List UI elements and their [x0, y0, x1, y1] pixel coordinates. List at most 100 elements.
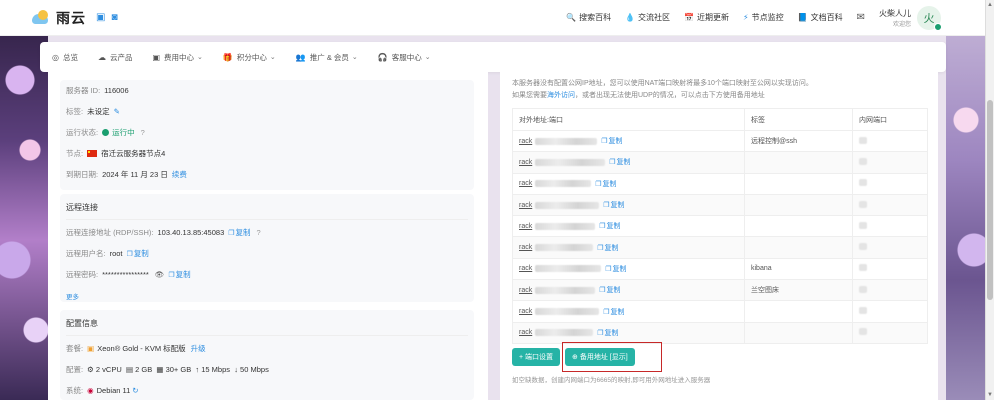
running-status-icon [102, 129, 110, 136]
nav-docs[interactable]: 📘 文档百科 [798, 12, 843, 23]
external-address-cell: rack ❐复制 [512, 236, 745, 259]
avatar[interactable]: 火 [917, 5, 942, 31]
remote-addr-row: 远程连接地址 (RDP/SSH): 103.40.13.85:45083 ❐复制… [60, 222, 474, 243]
chevron-down-icon: ⌄ [197, 54, 203, 61]
copy-address-button[interactable]: ❐复制 [609, 157, 630, 167]
tag-cell: 远程控制@ssh [744, 129, 853, 153]
tag-cell [744, 215, 853, 238]
scrollbar-thumb[interactable] [987, 100, 993, 300]
overseas-access-link[interactable]: 海外访问 [547, 92, 575, 99]
table-row: rack ❐复制 [512, 215, 928, 238]
remote-pwd-row: 远程密码: **************** 👁 ❐复制 [60, 264, 474, 285]
headset-icon: 🎧 [377, 52, 388, 62]
copy-address-button[interactable]: ❐复制 [601, 136, 622, 146]
copy-icon: ❐ [228, 230, 235, 237]
media-icon[interactable]: ◙ [111, 12, 117, 23]
host-link[interactable]: rack [519, 244, 532, 251]
copy-address-button[interactable]: ❐复制 [595, 179, 616, 189]
table-row: rack ❐复制 [512, 321, 928, 344]
host-link[interactable]: rack [519, 180, 532, 187]
menu-points[interactable]: 🎁 积分中心 ⌄ [223, 52, 276, 63]
internal-port-cell [852, 279, 928, 302]
copy-label: 复制 [175, 270, 191, 279]
remote-pwd-label: 远程密码: [66, 270, 99, 279]
host-link[interactable]: rack [519, 223, 532, 230]
image-icon[interactable]: ▣ [96, 12, 105, 23]
redacted-port [859, 264, 867, 272]
users-icon: 👥 [295, 52, 306, 62]
external-address-cell: rack ❐复制 [512, 172, 745, 195]
scroll-down-icon[interactable]: ▼ [987, 392, 993, 398]
top-navigation-bar: 雨云 ▣ ◙ 🔍 搜索百科 💧 交流社区 📅 近期更新 ⚡ 节点监控 📘 文档百… [0, 0, 985, 36]
host-link[interactable]: rack [519, 308, 532, 315]
menu-promotion[interactable]: 👥 推广 & 会员 ⌄ [296, 52, 358, 63]
copy-addr-button[interactable]: ❐复制 [228, 227, 250, 238]
host-link[interactable]: rack [519, 159, 532, 166]
copy-address-button[interactable]: ❐复制 [597, 243, 618, 253]
menu-support[interactable]: 🎧 客服中心 ⌄ [378, 52, 431, 63]
menu-billing[interactable]: ▣ 费用中心 ⌄ [152, 52, 202, 63]
col-external-address: 对外地址:端口 [512, 108, 745, 131]
port-settings-button[interactable]: + 端口设置 [512, 348, 561, 366]
user-menu[interactable]: 火柴人儿 欢迎您 火 [879, 5, 942, 31]
copy-label: 复制 [604, 244, 619, 252]
copy-icon: ❐ [609, 159, 616, 167]
scroll-up-icon[interactable]: ▲ [987, 2, 993, 8]
host-link[interactable]: rack [519, 138, 532, 145]
host-link[interactable]: rack [519, 287, 532, 294]
menu-cloud-products[interactable]: ☁ 云产品 [98, 52, 133, 63]
edit-icon[interactable]: ✎ [114, 107, 120, 116]
cloud-logo-icon [32, 9, 54, 26]
copy-address-button[interactable]: ❐复制 [599, 285, 620, 295]
host-link[interactable]: rack [519, 202, 532, 209]
copy-user-button[interactable]: ❐复制 [127, 248, 149, 259]
table-row: rack ❐复制 [512, 172, 928, 195]
host-link[interactable]: rack [519, 329, 532, 336]
nav-label: 交流社区 [638, 13, 671, 22]
help-icon[interactable]: ? [141, 128, 145, 137]
scrollbar[interactable]: ▲ ▼ [985, 0, 994, 400]
node-row: 节点: 宿迁云服务器节点4 [60, 143, 474, 164]
copy-address-button[interactable]: ❐复制 [599, 221, 620, 231]
remote-user-label: 远程用户名: [66, 249, 106, 258]
menu-overview[interactable]: ◎ 总览 [52, 52, 78, 63]
copy-label: 复制 [616, 159, 631, 167]
nav-updates[interactable]: 📅 近期更新 [684, 12, 729, 23]
nav-search-wiki[interactable]: 🔍 搜索百科 [566, 12, 611, 23]
more-link[interactable]: 更多 [66, 291, 79, 301]
copy-address-button[interactable]: ❐复制 [603, 307, 624, 317]
notice-line-1: 本服务器没有配置公网IP地址，您可以使用NAT端口映射将最多10个端口映射至公网… [512, 80, 813, 87]
redacted-address [535, 265, 602, 273]
main-menu-bar: ◎ 总览 ☁ 云产品 ▣ 费用中心 ⌄ 🎁 积分中心 ⌄ 👥 推广 & 会员 ⌄… [40, 42, 946, 72]
upload-value: 15 Mbps [201, 365, 231, 374]
cloud-icon: ☁ [97, 52, 106, 62]
copy-address-button[interactable]: ❐复制 [605, 264, 626, 274]
copy-label: 复制 [610, 202, 625, 210]
table-row: rack ❐复制 [512, 236, 928, 259]
notice-line-2: 如果您需要海外访问，或者出现无法使用UDP的情况，可以点击下方使用备用地址 [512, 90, 926, 102]
tag-cell [744, 172, 853, 195]
internal-port-cell [852, 236, 928, 259]
upgrade-link[interactable]: 升级 [191, 343, 206, 354]
copy-icon: ❐ [599, 223, 606, 231]
internal-port-cell [852, 215, 928, 238]
community-icon: 💧 [625, 13, 636, 22]
copy-icon: ❐ [597, 329, 604, 337]
tag-cell [744, 321, 853, 344]
copy-address-button[interactable]: ❐复制 [597, 328, 618, 338]
logo[interactable]: 雨云 ▣ ◙ [32, 8, 118, 28]
tag-value: 未设定 [87, 107, 110, 116]
host-link[interactable]: rack [519, 265, 532, 272]
renew-link[interactable]: 续费 [172, 169, 187, 180]
remote-addr-label: 远程连接地址 (RDP/SSH): [66, 228, 154, 237]
basic-info-card: 服务器 ID: 116006 标签: 未设定 ✎ 运行状态: 运行中 ? 节点:… [60, 80, 474, 190]
divider [66, 335, 468, 336]
copy-pwd-button[interactable]: ❐复制 [168, 269, 190, 280]
mail-icon[interactable]: ✉ [857, 12, 865, 23]
eye-icon[interactable]: 👁 [155, 270, 165, 279]
reinstall-icon[interactable]: ↻ [132, 386, 138, 395]
nav-community[interactable]: 💧 交流社区 [625, 12, 670, 23]
help-icon[interactable]: ? [257, 228, 261, 237]
copy-address-button[interactable]: ❐复制 [603, 200, 624, 210]
nav-node-monitor[interactable]: ⚡ 节点监控 [743, 12, 784, 23]
